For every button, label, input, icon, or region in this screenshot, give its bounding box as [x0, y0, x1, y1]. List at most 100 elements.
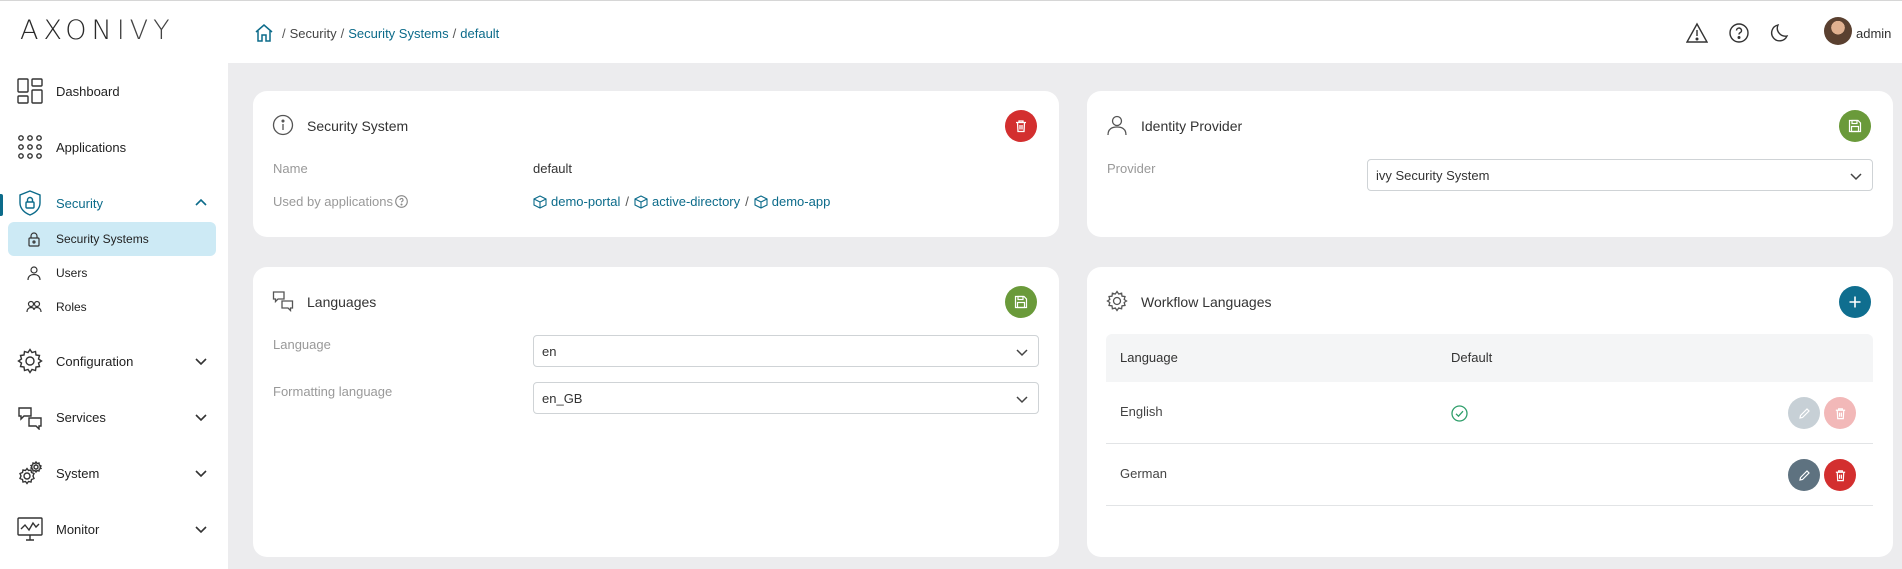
provider-select-value: ivy Security System: [1376, 168, 1490, 183]
save-button[interactable]: [1839, 110, 1871, 142]
app-separator: /: [625, 194, 629, 209]
edit-button[interactable]: [1788, 397, 1820, 429]
table-row: English: [1106, 382, 1873, 444]
top-header: / Security / Security Systems / default …: [228, 1, 1902, 63]
app-separator: /: [745, 194, 749, 209]
sidebar-subitem-label: Users: [56, 266, 88, 280]
chevron-down-icon[interactable]: [193, 521, 209, 537]
security-system-card: Security System Name default Used by app…: [253, 91, 1059, 237]
monitor-icon: [16, 515, 44, 543]
app-link-active-directory[interactable]: active-directory: [634, 194, 740, 209]
chat-icon: [272, 291, 294, 312]
breadcrumb-separator: /: [452, 25, 457, 41]
warning-icon[interactable]: [1686, 22, 1708, 44]
home-icon[interactable]: [254, 23, 274, 43]
user-icon: [1107, 115, 1127, 136]
language-cell: English: [1120, 404, 1163, 419]
help-icon[interactable]: [1728, 22, 1750, 44]
breadcrumb-security-systems[interactable]: Security Systems: [348, 26, 448, 41]
help-icon[interactable]: [395, 195, 408, 208]
sidebar-item-configuration[interactable]: Configuration: [0, 341, 228, 381]
card-title: Workflow Languages: [1141, 294, 1272, 310]
column-header-default[interactable]: Default: [1451, 350, 1492, 365]
chevron-down-icon[interactable]: [193, 465, 209, 481]
applications-list: demo-portal / active-directory / demo-ap…: [533, 194, 830, 209]
sidebar-item-monitor[interactable]: Monitor: [0, 509, 228, 549]
workflow-languages-card: Workflow Languages Language Default Engl…: [1087, 267, 1893, 557]
delete-button[interactable]: [1824, 459, 1856, 491]
avatar[interactable]: [1824, 17, 1852, 45]
edit-button[interactable]: [1788, 459, 1820, 491]
add-language-button[interactable]: [1839, 286, 1871, 318]
breadcrumb-security: Security: [289, 25, 337, 41]
delete-button[interactable]: [1005, 110, 1037, 142]
roles-icon: [26, 300, 42, 313]
pencil-icon: [1798, 469, 1810, 481]
sidebar-item-security-systems[interactable]: Security Systems: [8, 222, 216, 256]
table-header: Language Default: [1106, 334, 1873, 382]
language-select[interactable]: en: [533, 335, 1039, 367]
applications-icon: [16, 133, 44, 161]
user-icon: [27, 266, 41, 281]
check-circle-icon: [1451, 405, 1468, 422]
column-header-language[interactable]: Language: [1120, 350, 1178, 365]
provider-select[interactable]: ivy Security System: [1367, 159, 1873, 191]
trash-icon: [1016, 120, 1026, 133]
card-title: Identity Provider: [1141, 118, 1243, 134]
chevron-down-icon[interactable]: [193, 353, 209, 369]
user-name[interactable]: admin: [1856, 26, 1891, 41]
chevron-down-icon[interactable]: [193, 409, 209, 425]
identity-provider-card: Identity Provider Provider ivy Security …: [1087, 91, 1893, 237]
dark-mode-icon[interactable]: [1770, 22, 1792, 44]
name-label: Name: [273, 161, 308, 176]
sidebar-item-system[interactable]: System: [0, 453, 228, 493]
trash-icon: [1835, 469, 1845, 481]
sidebar: AXONIVY Dashboard Applications Security …: [0, 1, 228, 569]
sidebar-item-users[interactable]: Users: [8, 256, 216, 290]
breadcrumb: / Security / Security Systems / default: [254, 23, 499, 43]
axon-ivy-logo[interactable]: AXONIVY: [20, 15, 175, 46]
chevron-down-icon: [1016, 396, 1028, 404]
save-icon: [1014, 295, 1028, 309]
delete-button[interactable]: [1824, 397, 1856, 429]
provider-label: Provider: [1107, 161, 1156, 176]
sidebar-item-roles[interactable]: Roles: [8, 290, 216, 324]
sidebar-item-security[interactable]: Security: [0, 183, 228, 223]
services-icon: [16, 403, 44, 431]
sidebar-item-label: Monitor: [56, 521, 100, 537]
chevron-down-icon: [1016, 349, 1028, 357]
formatting-language-label: Formatting language: [273, 384, 393, 399]
breadcrumb-separator: /: [340, 25, 345, 41]
lock-icon: [28, 232, 40, 247]
formatting-language-select[interactable]: en_GB: [533, 382, 1039, 414]
save-icon: [1848, 119, 1862, 133]
plus-icon: [1849, 296, 1861, 308]
sidebar-item-services[interactable]: Services: [0, 397, 228, 437]
sidebar-item-dashboard[interactable]: Dashboard: [0, 71, 228, 111]
table-row: German: [1106, 444, 1873, 506]
sidebar-item-label: System: [56, 465, 100, 481]
trash-icon: [1835, 407, 1845, 419]
cube-icon: [634, 194, 648, 209]
info-icon: [272, 114, 294, 136]
sidebar-item-applications[interactable]: Applications: [0, 127, 228, 167]
sidebar-subitem-label: Roles: [56, 300, 87, 314]
card-title: Security System: [307, 118, 409, 134]
gear-icon: [1106, 290, 1128, 312]
sidebar-subitem-label: Security Systems: [56, 232, 149, 246]
card-title: Languages: [307, 294, 377, 310]
name-value: default: [533, 161, 573, 176]
app-link-demo-app[interactable]: demo-app: [754, 194, 830, 209]
language-label: Language: [273, 337, 331, 352]
app-link-demo-portal[interactable]: demo-portal: [533, 194, 620, 209]
cube-icon: [754, 194, 768, 209]
system-icon: [16, 459, 44, 487]
languages-card: Languages Language en Formatting languag…: [253, 267, 1059, 557]
dashboard-icon: [16, 77, 44, 105]
cube-icon: [533, 194, 547, 209]
save-button[interactable]: [1005, 286, 1037, 318]
breadcrumb-current[interactable]: default: [460, 26, 499, 41]
security-icon: [16, 189, 44, 217]
sidebar-item-label: Services: [56, 409, 106, 425]
chevron-up-icon[interactable]: [193, 195, 209, 211]
